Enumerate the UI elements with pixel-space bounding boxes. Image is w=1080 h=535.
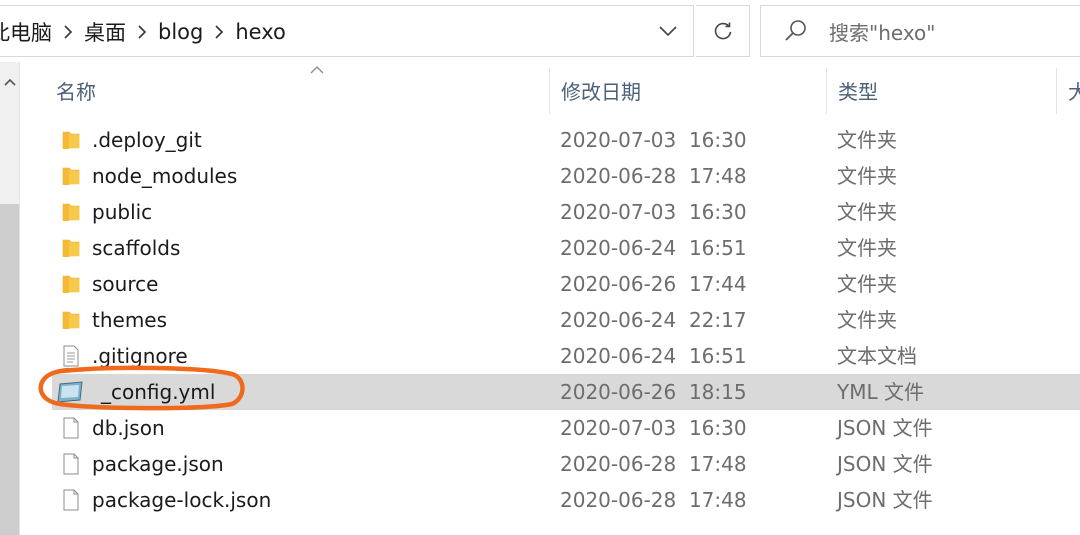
column-header-row: 名称 修改日期 类型 大 [20, 62, 1080, 120]
file-type: 文件夹 [837, 200, 897, 224]
file-name: package.json [92, 452, 224, 476]
file-name: scaffolds [92, 236, 181, 260]
file-icon [60, 489, 82, 511]
navigation-pane-scrollbar[interactable] [0, 62, 20, 535]
search-placeholder: 搜索"hexo" [829, 20, 936, 45]
column-header-date-modified[interactable]: 修改日期 [561, 62, 821, 118]
file-date-modified: 2020-07-03 16:30 [560, 416, 747, 440]
column-header-type[interactable]: 类型 [838, 62, 1048, 118]
file-type: 文件夹 [837, 272, 897, 296]
file-date-modified: 2020-06-28 17:48 [560, 164, 747, 188]
file-row[interactable]: public 2020-07-03 16:30 文件夹 [20, 194, 1080, 230]
breadcrumb-desktop[interactable]: 桌面 [81, 17, 129, 47]
column-divider[interactable] [549, 68, 550, 114]
file-name: source [92, 272, 159, 296]
file-icon [60, 453, 82, 475]
folder-icon [60, 237, 82, 259]
text-document-icon [60, 345, 82, 367]
breadcrumb-blog[interactable]: blog [155, 20, 206, 44]
file-row[interactable]: node_modules 2020-06-28 17:48 文件夹 [20, 158, 1080, 194]
file-type: JSON 文件 [837, 452, 933, 476]
file-date-modified: 2020-06-28 17:48 [560, 452, 747, 476]
file-name: public [92, 200, 153, 224]
file-name: .gitignore [92, 344, 188, 368]
file-type: YML 文件 [837, 380, 924, 404]
file-row[interactable]: .gitignore 2020-06-24 16:51 文本文档 [20, 338, 1080, 374]
file-row-selected[interactable]: _config.yml 2020-06-26 18:15 YML 文件 [20, 374, 1080, 410]
file-name: _config.yml [101, 380, 216, 404]
file-type: 文件夹 [837, 164, 897, 188]
file-row[interactable]: package-lock.json 2020-06-28 17:48 JSON … [20, 482, 1080, 518]
file-row[interactable]: themes 2020-06-24 22:17 文件夹 [20, 302, 1080, 338]
file-type: 文件夹 [837, 128, 897, 152]
file-row[interactable]: package.json 2020-06-28 17:48 JSON 文件 [20, 446, 1080, 482]
column-header-size[interactable]: 大 [1068, 62, 1080, 118]
file-type: 文件夹 [837, 308, 897, 332]
folder-icon [60, 129, 82, 151]
search-icon [785, 20, 806, 41]
file-name: package-lock.json [92, 488, 272, 512]
file-name: node_modules [92, 164, 238, 188]
column-header-name[interactable]: 名称 [56, 62, 546, 118]
column-divider[interactable] [826, 68, 827, 114]
file-row[interactable]: scaffolds 2020-06-24 16:51 文件夹 [20, 230, 1080, 266]
file-date-modified: 2020-07-03 16:30 [560, 200, 747, 224]
folder-icon [60, 165, 82, 187]
file-name: themes [92, 308, 168, 332]
folder-icon [60, 273, 82, 295]
file-row[interactable]: .deploy_git 2020-07-03 16:30 文件夹 [20, 122, 1080, 158]
file-row[interactable]: source 2020-06-26 17:44 文件夹 [20, 266, 1080, 302]
file-icon [60, 417, 82, 439]
file-type: JSON 文件 [837, 416, 933, 440]
file-row[interactable]: db.json 2020-07-03 16:30 JSON 文件 [20, 410, 1080, 446]
chevron-right-icon[interactable] [55, 6, 81, 58]
file-type: 文件夹 [837, 236, 897, 260]
file-type: JSON 文件 [837, 488, 933, 512]
search-box[interactable]: 搜索"hexo" [760, 5, 1080, 57]
file-date-modified: 2020-07-03 16:30 [560, 128, 747, 152]
file-date-modified: 2020-06-26 17:44 [560, 272, 747, 296]
column-divider[interactable] [1056, 68, 1057, 114]
file-name: .deploy_git [92, 128, 202, 152]
breadcrumb-hexo[interactable]: hexo [232, 20, 289, 44]
chevron-down-icon[interactable] [643, 6, 693, 56]
chevron-right-icon[interactable] [129, 6, 155, 58]
file-name: db.json [92, 416, 165, 440]
breadcrumb: 此电脑 桌面 blog hexo [0, 6, 289, 58]
folder-icon [60, 201, 82, 223]
folder-icon [60, 309, 82, 331]
scrollbar-thumb[interactable] [0, 204, 19, 535]
breadcrumb-this-pc[interactable]: 此电脑 [0, 17, 55, 47]
file-date-modified: 2020-06-24 22:17 [560, 308, 747, 332]
chevron-right-icon[interactable] [206, 6, 232, 58]
scroll-up-icon[interactable] [0, 70, 20, 94]
refresh-button[interactable] [696, 5, 750, 57]
file-list: .deploy_git 2020-07-03 16:30 文件夹 node_mo… [20, 122, 1080, 518]
file-date-modified: 2020-06-26 18:15 [560, 380, 747, 404]
yml-file-icon [56, 381, 86, 403]
file-date-modified: 2020-06-24 16:51 [560, 236, 747, 260]
navigation-bar: 此电脑 桌面 blog hexo 搜索"hexo" [0, 0, 1080, 62]
file-date-modified: 2020-06-24 16:51 [560, 344, 747, 368]
refresh-icon [714, 22, 731, 40]
file-type: 文本文档 [837, 344, 917, 368]
file-date-modified: 2020-06-28 17:48 [560, 488, 747, 512]
address-bar[interactable]: 此电脑 桌面 blog hexo [0, 5, 694, 57]
